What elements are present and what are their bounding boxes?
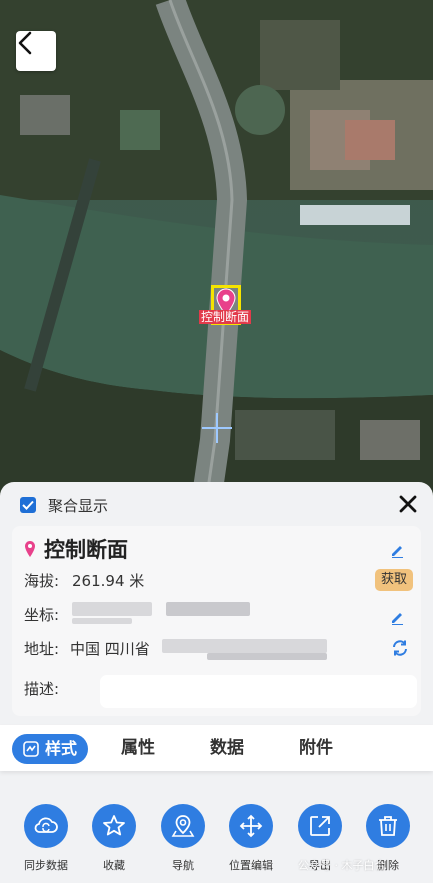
- refresh-icon[interactable]: [391, 639, 409, 657]
- cluster-row: 聚合显示: [20, 494, 420, 516]
- description-label: 描述:: [24, 680, 60, 698]
- tab-bar: 样式 属性 数据 附件: [0, 725, 433, 771]
- edit-coordinate-icon[interactable]: [389, 609, 405, 625]
- favorite-button[interactable]: 收藏: [79, 804, 149, 873]
- detail-sheet: 聚合显示 控制断面 海拔: 261.94 米 获取 坐标: 地址: 中国 四川省…: [0, 482, 433, 883]
- watermark: 公众号 · 木子白合: [298, 859, 386, 872]
- tab-attachments[interactable]: 附件: [299, 725, 333, 771]
- move-icon: [229, 804, 273, 848]
- address-redacted: [162, 639, 327, 653]
- info-card: 控制断面 海拔: 261.94 米 获取 坐标: 地址: 中国 四川省 描述:: [12, 526, 421, 716]
- edit-title-icon[interactable]: [389, 542, 405, 558]
- address-prefix: 中国 四川省: [70, 640, 150, 658]
- sync-data-button[interactable]: 同步数据: [11, 804, 81, 873]
- address-redacted: [207, 653, 327, 660]
- coordinate-redacted: [166, 602, 250, 616]
- tab-style[interactable]: 样式: [12, 734, 88, 764]
- navigate-label: 导航: [172, 859, 194, 872]
- map-marker-label: 控制断面: [199, 310, 252, 324]
- crosshair-icon: [202, 413, 232, 443]
- description-input[interactable]: [100, 675, 417, 708]
- close-icon[interactable]: [396, 492, 420, 516]
- cloud-sync-icon: [24, 804, 68, 848]
- edit-location-button[interactable]: 位置编辑: [216, 804, 286, 873]
- check-icon: [22, 500, 34, 510]
- coordinate-redacted: [72, 602, 152, 616]
- pin-icon: [25, 541, 35, 557]
- navigate-button[interactable]: 导航: [148, 804, 218, 873]
- tab-properties[interactable]: 属性: [121, 725, 155, 771]
- star-icon: [92, 804, 136, 848]
- elevation-label: 海拔:: [24, 572, 60, 590]
- sync-data-label: 同步数据: [24, 859, 68, 872]
- coordinate-label: 坐标:: [24, 606, 60, 624]
- export-icon: [298, 804, 342, 848]
- chevron-left-icon: [18, 31, 32, 55]
- tab-data[interactable]: 数据: [210, 725, 244, 771]
- elevation-value: 261.94 米: [72, 572, 145, 590]
- map-pin-icon: [161, 804, 205, 848]
- cluster-label: 聚合显示: [48, 496, 109, 515]
- satellite-map[interactable]: 控制断面: [0, 0, 433, 510]
- feature-title: 控制断面: [44, 538, 128, 562]
- cluster-checkbox[interactable]: [20, 497, 36, 513]
- style-icon: [23, 741, 39, 757]
- coordinate-redacted: [72, 618, 132, 624]
- edit-location-label: 位置编辑: [229, 859, 273, 872]
- title-row: 控制断面: [24, 534, 128, 564]
- fetch-elevation-button[interactable]: 获取: [375, 569, 413, 591]
- trash-icon: [366, 804, 410, 848]
- address-label: 地址:: [24, 640, 60, 658]
- back-button[interactable]: [16, 31, 56, 71]
- tab-style-label: 样式: [44, 739, 77, 758]
- favorite-label: 收藏: [103, 859, 125, 872]
